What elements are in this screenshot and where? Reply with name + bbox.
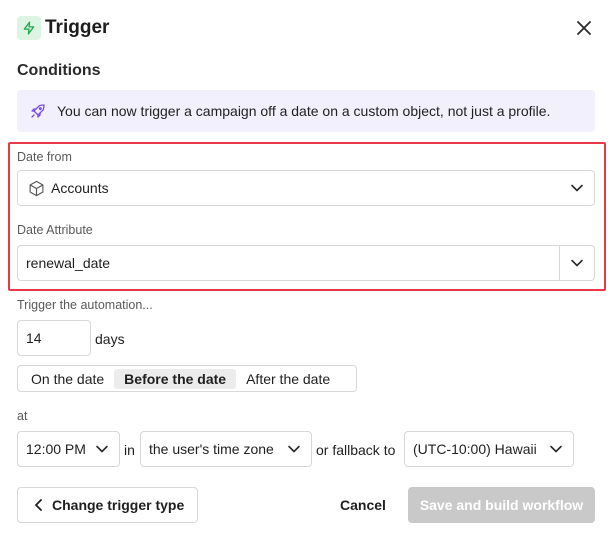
rocket-icon xyxy=(31,104,45,118)
chevron-down-icon xyxy=(550,445,562,453)
date-attribute-dropdown-button[interactable] xyxy=(559,246,594,280)
timing-option-before[interactable]: Before the date xyxy=(114,368,237,389)
offset-days-input[interactable]: 14 xyxy=(17,320,91,356)
timing-option-after[interactable]: After the date xyxy=(236,369,340,389)
chevron-down-icon xyxy=(571,259,583,267)
cube-icon xyxy=(29,180,44,196)
date-attribute-label: Date Attribute xyxy=(17,223,93,237)
in-label: in xyxy=(124,442,135,458)
time-select[interactable]: 12:00 PM xyxy=(17,431,120,467)
time-value: 12:00 PM xyxy=(26,441,86,457)
at-label: at xyxy=(17,409,28,423)
chevron-down-icon xyxy=(288,445,300,453)
offset-days-value: 14 xyxy=(26,330,42,346)
trigger-label: Trigger the automation... xyxy=(17,298,153,312)
change-trigger-type-label: Change trigger type xyxy=(52,497,185,513)
timing-option-on[interactable]: On the date xyxy=(21,369,114,389)
modal-title: Trigger xyxy=(45,17,110,38)
date-from-select[interactable]: Accounts xyxy=(17,170,595,206)
date-from-label: Date from xyxy=(17,150,72,164)
timezone-mode-value: the user's time zone xyxy=(149,441,274,457)
chevron-down-icon xyxy=(96,445,108,453)
timing-segmented-control: On the date Before the date After the da… xyxy=(17,365,357,392)
date-attribute-select[interactable]: renewal_date xyxy=(17,245,595,281)
change-trigger-type-button[interactable]: Change trigger type xyxy=(17,487,198,523)
fallback-timezone-value: (UTC-10:00) Hawaii xyxy=(413,441,537,457)
conditions-heading: Conditions xyxy=(17,62,101,79)
lightning-bolt-icon xyxy=(17,16,41,40)
save-and-build-workflow-button[interactable]: Save and build workflow xyxy=(408,487,595,523)
close-icon[interactable] xyxy=(575,19,593,37)
days-unit-label: days xyxy=(95,331,125,347)
info-banner: You can now trigger a campaign off a dat… xyxy=(17,90,595,132)
fallback-timezone-select[interactable]: (UTC-10:00) Hawaii xyxy=(404,431,574,467)
chevron-left-icon xyxy=(35,499,42,511)
timezone-mode-select[interactable]: the user's time zone xyxy=(140,431,312,467)
fallback-label: or fallback to xyxy=(316,442,396,458)
cancel-button[interactable]: Cancel xyxy=(340,487,386,523)
banner-text: You can now trigger a campaign off a dat… xyxy=(57,103,551,119)
date-from-value: Accounts xyxy=(51,180,109,196)
chevron-down-icon xyxy=(571,184,583,192)
date-attribute-value: renewal_date xyxy=(26,255,111,271)
modal-header: Trigger xyxy=(17,16,597,42)
